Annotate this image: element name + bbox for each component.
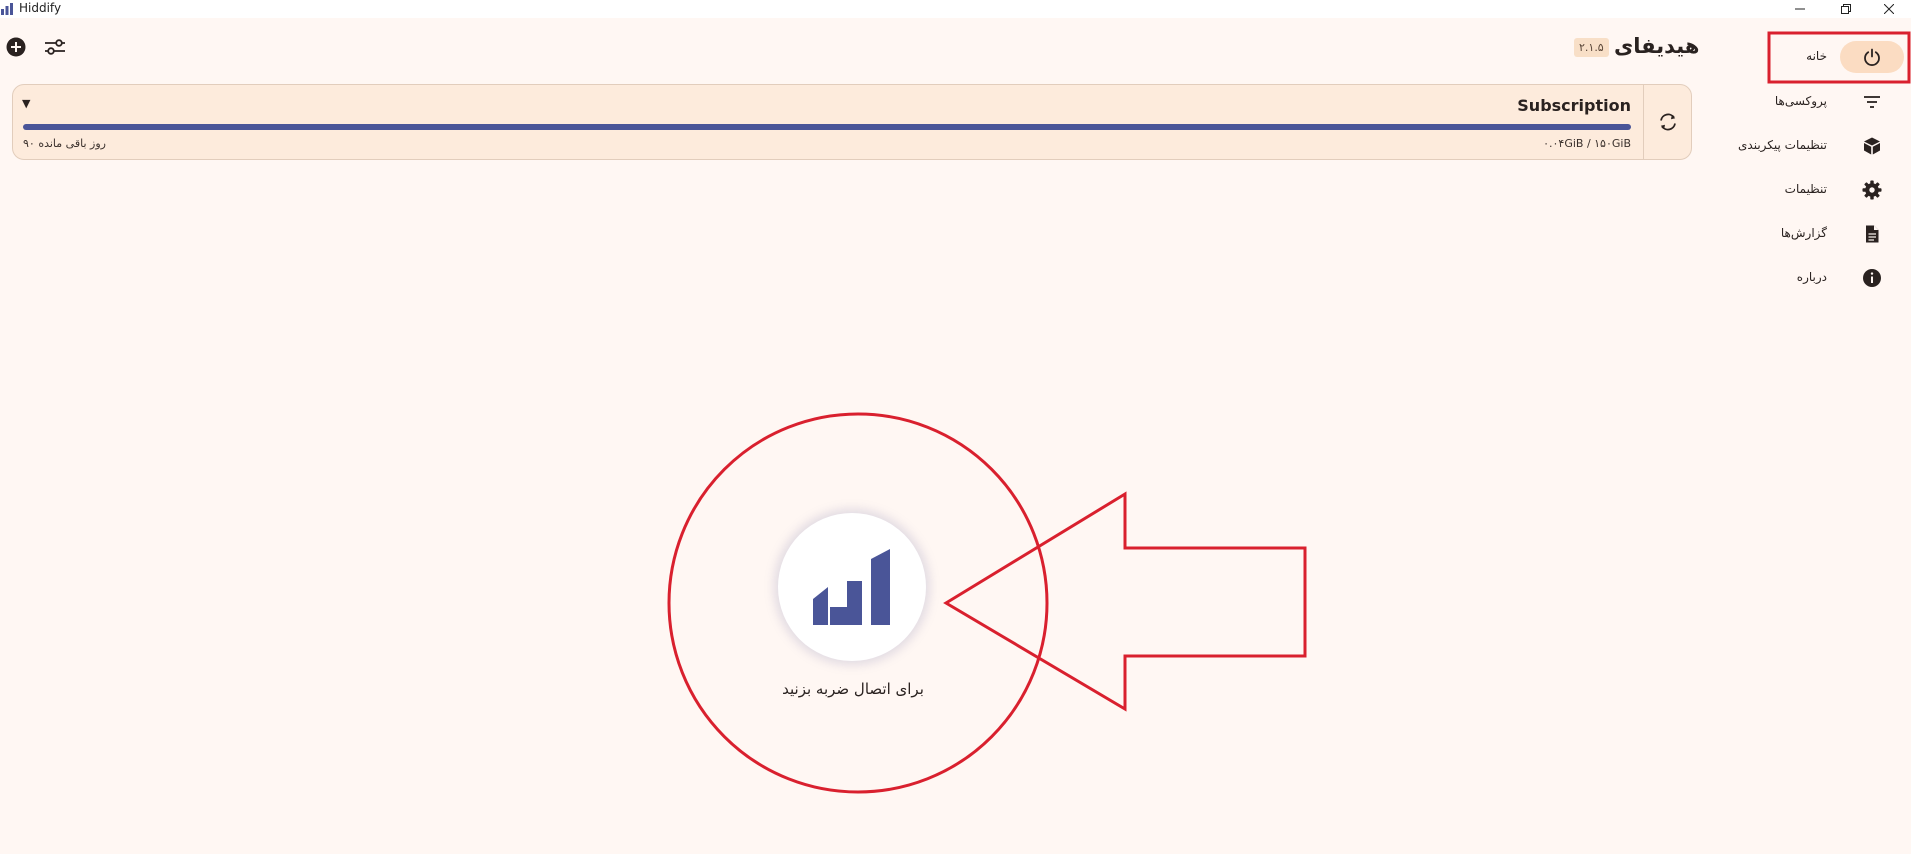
filter-lines-icon: [1860, 90, 1884, 114]
title-bar: Hiddify: [0, 0, 1911, 18]
info-icon: [1860, 266, 1884, 290]
version-badge: ۲.۱.۵: [1574, 38, 1609, 57]
nav-item-logs[interactable]: گزارش‌ها: [1700, 218, 1890, 250]
usage-text: ۰.۰۴GiB / ۱۵۰GiB: [1543, 137, 1631, 150]
minimize-button[interactable]: [1777, 0, 1823, 18]
nav-item-label: گزارش‌ها: [1780, 226, 1827, 240]
nav-item-label: خانه: [1806, 49, 1827, 63]
days-remaining-text: ۹۰ روز باقی مانده: [23, 137, 106, 150]
usage-progress-fill: [23, 124, 1631, 130]
minimize-icon: [1795, 8, 1805, 10]
hiddify-logo-icon: [813, 549, 890, 625]
add-profile-button[interactable]: [4, 35, 28, 59]
nav-item-config-options[interactable]: تنظیمات پیکربندی: [1700, 130, 1890, 162]
restore-button[interactable]: [1823, 0, 1869, 18]
annotation-arrow: [943, 491, 1307, 712]
refresh-subscription-button[interactable]: [1643, 85, 1691, 159]
package-icon: [1860, 134, 1884, 158]
nav-item-label: درباره: [1796, 270, 1827, 284]
connect-hint-text: برای اتصال ضربه بزنید: [782, 680, 924, 698]
nav-item-label: تنظیمات: [1784, 182, 1827, 196]
window-title: Hiddify: [19, 1, 62, 15]
quick-settings-button[interactable]: [43, 35, 67, 59]
nav-item-label: تنظیمات پیکربندی: [1738, 138, 1827, 152]
nav-item-settings[interactable]: تنظیمات: [1700, 174, 1890, 206]
gear-icon: [1860, 178, 1884, 202]
refresh-icon: [1659, 113, 1676, 131]
page-title: هیدیفای: [1614, 34, 1700, 58]
connect-button[interactable]: [778, 513, 926, 661]
nav-item-label: پروکسی‌ها: [1774, 94, 1827, 108]
nav-item-proxies[interactable]: پروکسی‌ها: [1700, 86, 1890, 118]
document-icon: [1860, 222, 1884, 246]
sliders-icon: [45, 39, 65, 55]
close-button[interactable]: [1866, 0, 1911, 18]
power-icon: [1840, 41, 1904, 73]
usage-progress-bar: [23, 124, 1631, 130]
subscription-card[interactable]: ▼ Subscription ۰.۰۴GiB / ۱۵۰GiB ۹۰ روز ب…: [12, 84, 1692, 160]
hiddify-logo-icon: [1, 3, 13, 15]
close-icon: [1884, 4, 1894, 14]
nav-item-home[interactable]: خانه: [1700, 41, 1904, 73]
nav-item-about[interactable]: درباره: [1700, 262, 1890, 294]
restore-icon: [1841, 4, 1851, 14]
profile-menu-button[interactable]: ▼: [22, 97, 30, 110]
subscription-name: Subscription: [1517, 96, 1631, 115]
add-circle-icon: [6, 37, 26, 57]
